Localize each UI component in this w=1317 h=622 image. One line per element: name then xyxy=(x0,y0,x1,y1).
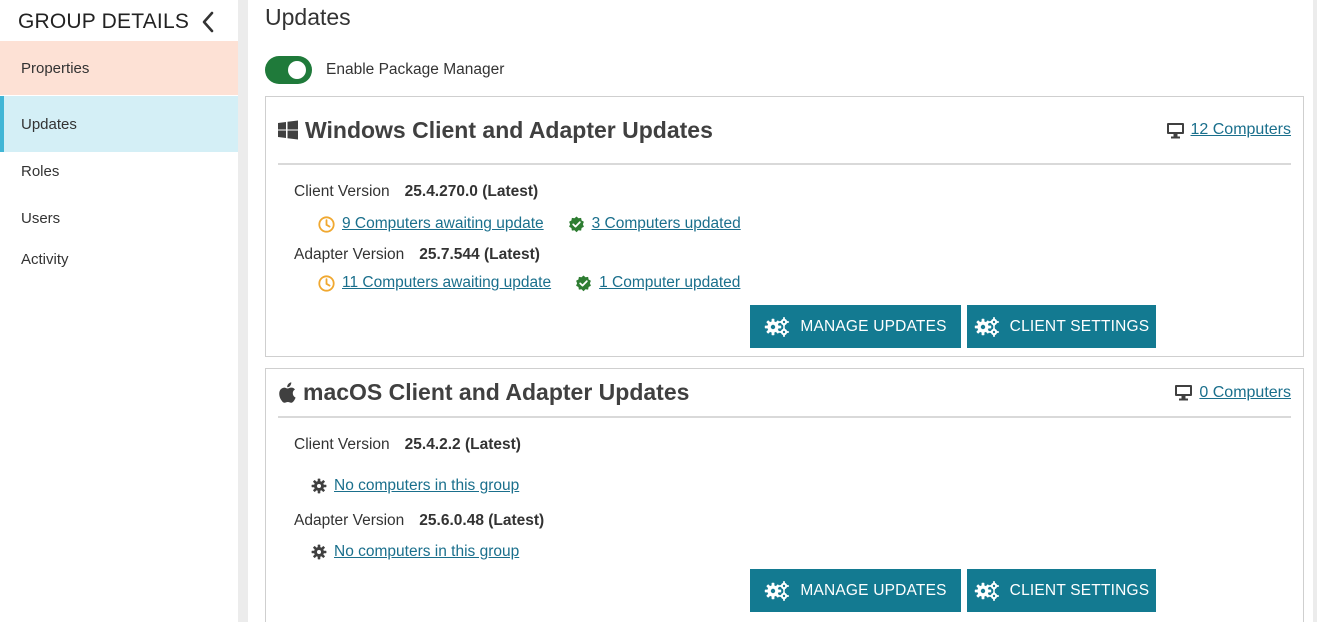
client-awaiting-text: 9 Computers awaiting update xyxy=(342,215,544,232)
panel-header: Windows Client and Adapter Updates 12 Co… xyxy=(278,97,1291,165)
verified-badge-icon xyxy=(568,216,585,233)
client-no-computers-text: No computers in this group xyxy=(334,477,520,494)
adapter-version-label: Adapter Version xyxy=(294,512,405,529)
panel-title: Windows Client and Adapter Updates xyxy=(278,117,713,144)
gears-icon xyxy=(764,580,790,602)
adapter-version-row: Adapter Version 25.7.544 (Latest) xyxy=(294,246,540,264)
adapter-updated-text: 1 Computer updated xyxy=(599,274,741,291)
client-version-value: 25.4.270.0 (Latest) xyxy=(404,183,539,200)
sidebar-item-properties[interactable]: Properties xyxy=(0,41,238,95)
page-title: Updates xyxy=(265,4,351,30)
clock-icon xyxy=(318,215,335,233)
client-settings-label: CLIENT SETTINGS xyxy=(1009,317,1150,335)
computers-link[interactable]: 0 Computers xyxy=(1174,384,1291,402)
sidebar-item-label: Users xyxy=(21,209,61,227)
package-manager-toggle-row: Enable Package Manager xyxy=(265,56,504,84)
manage-updates-button[interactable]: MANAGE UPDATES xyxy=(750,569,961,612)
client-version-value: 25.4.2.2 (Latest) xyxy=(404,436,521,453)
sidebar-item-roles[interactable]: Roles xyxy=(0,152,238,190)
gears-icon xyxy=(974,580,1000,602)
verified-badge-icon xyxy=(575,275,592,292)
adapter-awaiting-text: 11 Computers awaiting update xyxy=(342,274,552,291)
client-settings-button[interactable]: CLIENT SETTINGS xyxy=(967,305,1156,348)
apple-logo-icon xyxy=(278,382,296,403)
gear-icon xyxy=(311,544,327,560)
gear-icon xyxy=(311,478,327,494)
adapter-no-computers-text: No computers in this group xyxy=(334,543,520,560)
gears-icon xyxy=(764,316,790,338)
sidebar-title: GROUP DETAILS xyxy=(18,10,190,33)
sidebar-divider[interactable] xyxy=(238,0,248,622)
adapter-updated-link[interactable]: 1 Computer updated xyxy=(575,274,740,292)
client-version-label: Client Version xyxy=(294,183,390,200)
client-version-row: Client Version 25.4.270.0 (Latest) xyxy=(294,183,538,201)
client-settings-label: CLIENT SETTINGS xyxy=(1009,581,1150,599)
client-updated-link[interactable]: 3 Computers updated xyxy=(568,215,741,233)
adapter-version-label: Adapter Version xyxy=(294,246,405,263)
adapter-status-row: No computers in this group xyxy=(311,543,543,561)
panel-title-text: Windows Client and Adapter Updates xyxy=(305,116,713,143)
computers-link-text: 0 Computers xyxy=(1199,383,1291,401)
toggle-knob xyxy=(288,61,306,79)
sidebar-item-activity[interactable]: Activity xyxy=(0,240,238,278)
windows-updates-panel: Windows Client and Adapter Updates 12 Co… xyxy=(265,96,1304,357)
adapter-version-row: Adapter Version 25.6.0.48 (Latest) xyxy=(294,512,544,530)
sidebar-item-label: Roles xyxy=(21,162,60,180)
adapter-version-value: 25.7.544 (Latest) xyxy=(419,246,540,263)
monitor-icon xyxy=(1174,384,1193,401)
adapter-awaiting-link[interactable]: 11 Computers awaiting update xyxy=(318,274,551,292)
client-status-row: No computers in this group xyxy=(311,477,543,495)
client-version-row: Client Version 25.4.2.2 (Latest) xyxy=(294,436,521,454)
manage-updates-label: MANAGE UPDATES xyxy=(800,581,947,599)
manage-updates-button[interactable]: MANAGE UPDATES xyxy=(750,305,961,348)
adapter-version-value: 25.6.0.48 (Latest) xyxy=(419,512,545,529)
toggle-label: Enable Package Manager xyxy=(326,61,505,78)
clock-icon xyxy=(318,274,335,292)
client-updated-text: 3 Computers updated xyxy=(591,215,741,232)
panel-title-text: macOS Client and Adapter Updates xyxy=(303,379,690,405)
computers-link[interactable]: 12 Computers xyxy=(1166,121,1292,139)
panel-title: macOS Client and Adapter Updates xyxy=(278,379,689,406)
gears-icon xyxy=(974,316,1000,338)
macos-updates-panel: macOS Client and Adapter Updates 0 Compu… xyxy=(265,368,1304,622)
client-status-row: 9 Computers awaiting update 3 Computers … xyxy=(318,215,765,233)
sidebar: GROUP DETAILS Properties Updates Roles U… xyxy=(0,0,238,622)
sidebar-item-users[interactable]: Users xyxy=(0,199,238,237)
sidebar-header: GROUP DETAILS xyxy=(18,7,218,37)
scrollbar[interactable] xyxy=(1313,0,1317,622)
monitor-icon xyxy=(1166,122,1185,139)
client-version-label: Client Version xyxy=(294,436,390,453)
adapter-no-computers-link[interactable]: No computers in this group xyxy=(311,543,519,561)
chevron-left-icon[interactable] xyxy=(198,9,218,35)
client-awaiting-link[interactable]: 9 Computers awaiting update xyxy=(318,215,544,233)
client-no-computers-link[interactable]: No computers in this group xyxy=(311,477,519,495)
client-settings-button[interactable]: CLIENT SETTINGS xyxy=(967,569,1156,612)
panel-header: macOS Client and Adapter Updates 0 Compu… xyxy=(278,369,1291,418)
manage-updates-label: MANAGE UPDATES xyxy=(800,317,947,335)
windows-logo-icon xyxy=(278,120,298,140)
adapter-status-row: 11 Computers awaiting update 1 Computer … xyxy=(318,274,764,292)
sidebar-item-label: Activity xyxy=(21,250,69,268)
package-manager-toggle[interactable] xyxy=(265,56,312,84)
sidebar-item-label: Properties xyxy=(21,59,90,77)
sidebar-item-label: Updates xyxy=(21,115,77,133)
sidebar-item-updates[interactable]: Updates xyxy=(0,96,238,152)
computers-link-text: 12 Computers xyxy=(1190,121,1292,138)
